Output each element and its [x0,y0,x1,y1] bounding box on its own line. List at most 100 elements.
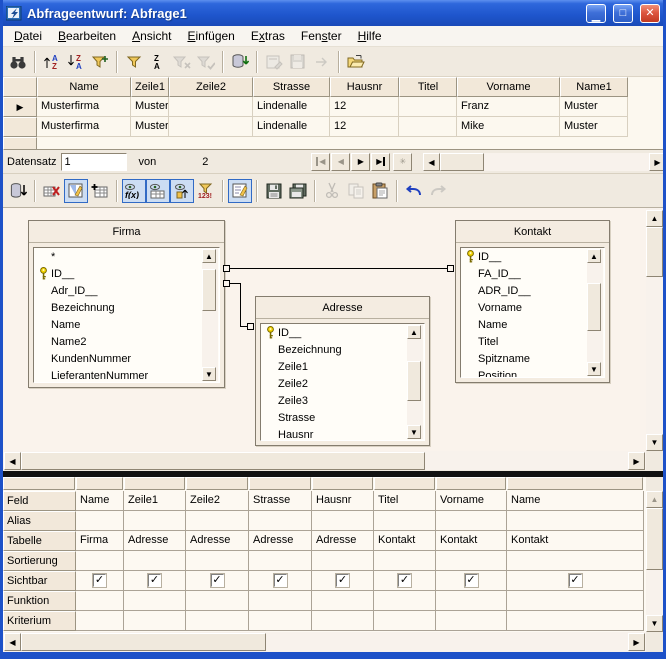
field-item-id[interactable]: ID__ [461,248,604,265]
row-selector[interactable] [3,137,37,150]
field-list-scrollbar[interactable]: ▲▼ [202,249,218,381]
grid-cell-funktion[interactable] [312,591,374,611]
last-record-button[interactable]: ▶ [371,153,390,171]
grid-cell-tabelle[interactable]: Kontakt [507,531,644,551]
nav-scroll-left-button[interactable]: ◀ [423,153,440,171]
grid-cell-kriterium[interactable] [312,611,374,631]
column-header-name[interactable]: Name [37,77,131,97]
sichtbar-checkbox[interactable]: ✓ [336,574,349,587]
table-title-adresse[interactable]: Adresse [256,297,429,319]
grid-cell-alias[interactable] [76,511,124,531]
grid-cell-kriterium[interactable] [436,611,507,631]
column-header-name1[interactable]: Name1 [560,77,628,97]
grid-cell-sortierung[interactable] [436,551,507,571]
field-item-adrid[interactable]: ADR_ID__ [461,282,604,299]
sichtbar-checkbox[interactable]: ✓ [398,574,411,587]
grid-vscrollbar-thumb[interactable] [646,508,663,570]
nav-scrollbar-thumb[interactable] [440,153,484,171]
design-scroll-down-button[interactable]: ▼ [646,434,663,451]
grid-cell-sichtbar[interactable]: ✓ [374,571,436,591]
grid-cell-alias[interactable] [436,511,507,531]
database-sort-button[interactable] [6,179,30,203]
grid-cell-sichtbar[interactable]: ✓ [124,571,186,591]
grid-cell-alias[interactable] [374,511,436,531]
grid-cell-sortierung[interactable] [124,551,186,571]
grid-cell-sortierung[interactable] [507,551,644,571]
field-item-adrid[interactable]: Adr_ID__ [34,282,219,299]
table-title-firma[interactable]: Firma [29,221,224,243]
grid-cell-kriterium[interactable] [76,611,124,631]
menu-item-extras[interactable]: Extras [244,27,292,45]
grid-cell-sichtbar[interactable]: ✓ [312,571,374,591]
datasheet-cell[interactable]: Franz [457,97,560,117]
scrollbar-thumb[interactable] [407,361,421,401]
filter-values-button[interactable]: 123! [194,179,218,203]
datasheet-cell[interactable]: Muster [131,97,169,117]
close-button[interactable]: ✕ [640,4,660,23]
grid-row-label-feld[interactable]: Feld [3,491,76,511]
grid-cell-feld[interactable]: Zeile1 [124,491,186,511]
grid-cell-funktion[interactable] [76,591,124,611]
query-design-canvas[interactable]: Firma*ID__Adr_ID__BezeichnungNameName2Ku… [3,208,663,451]
datasheet-cell[interactable] [169,97,253,117]
column-header-zeile1[interactable]: Zeile1 [131,77,169,97]
grid-cell-tabelle[interactable]: Kontakt [374,531,436,551]
sort-za-button[interactable]: ZA [146,50,170,74]
save-button[interactable] [262,179,286,203]
grid-cell-tabelle[interactable]: Adresse [312,531,374,551]
table-title-kontakt[interactable]: Kontakt [456,221,609,243]
row-selector[interactable] [3,117,37,137]
menu-item-einfgen[interactable]: Einfügen [180,27,241,45]
scroll-up-button[interactable]: ▲ [407,325,421,339]
scroll-up-button[interactable]: ▲ [202,249,216,263]
grid-cell-alias[interactable] [312,511,374,531]
column-header-hausnr[interactable]: Hausnr [330,77,399,97]
scrollbar-thumb[interactable] [202,269,216,311]
field-item-zeile2[interactable]: Zeile2 [261,375,424,392]
show-sort-button[interactable] [170,179,194,203]
design-view-button[interactable] [64,179,88,203]
grid-cell-feld[interactable]: Zeile2 [186,491,249,511]
grid-cell-sortierung[interactable] [186,551,249,571]
scrollbar-thumb[interactable] [587,283,601,331]
grid-cell-feld[interactable]: Vorname [436,491,507,511]
grid-column-selector[interactable] [374,477,435,490]
paste-button[interactable] [368,179,392,203]
field-item-id[interactable]: ID__ [34,265,219,282]
refresh-data-button[interactable] [228,50,252,74]
join-line[interactable] [240,283,241,327]
grid-column-selector[interactable] [249,477,311,490]
sichtbar-checkbox[interactable]: ✓ [569,574,582,587]
field-item-id[interactable]: ID__ [261,324,424,341]
undo-button[interactable] [402,179,426,203]
open-folder-button[interactable] [344,50,368,74]
sichtbar-checkbox[interactable]: ✓ [465,574,478,587]
grid-cell-feld[interactable]: Name [76,491,124,511]
datasheet-cell[interactable]: Mike [457,117,560,137]
add-table-button[interactable] [88,179,112,203]
field-item-bezeichnung[interactable]: Bezeichnung [34,299,219,316]
grid-cell-kriterium[interactable] [507,611,644,631]
field-item-strasse[interactable]: Strasse [261,409,424,426]
menu-item-fenster[interactable]: Fenster [294,27,349,45]
title-bar[interactable]: Abfrageentwurf: Abfrage1 ▁ □ ✕ [0,0,666,26]
field-item-lieferantennummer[interactable]: LieferantenNummer [34,367,219,383]
grid-row-label-funktion[interactable]: Funktion [3,591,76,611]
design-scroll-up-button[interactable]: ▲ [646,210,663,227]
datasheet-cell[interactable] [169,117,253,137]
binoculars-button[interactable] [6,50,30,74]
grid-cell-kriterium[interactable] [124,611,186,631]
column-header-zeile2[interactable]: Zeile2 [169,77,253,97]
grid-column-selector[interactable] [312,477,373,490]
scroll-down-button[interactable]: ▼ [202,367,216,381]
field-item-name[interactable]: Name [461,316,604,333]
sort-descending-button[interactable]: ZA [64,50,88,74]
grid-cell-feld[interactable]: Titel [374,491,436,511]
grid-cell-tabelle[interactable]: Firma [76,531,124,551]
grid-cell-sichtbar[interactable]: ✓ [436,571,507,591]
grid-cell-tabelle[interactable]: Adresse [124,531,186,551]
design-vscrollbar-thumb[interactable] [646,227,663,277]
grid-cell-alias[interactable] [124,511,186,531]
datasheet-cell[interactable] [399,117,457,137]
grid-cell-funktion[interactable] [124,591,186,611]
